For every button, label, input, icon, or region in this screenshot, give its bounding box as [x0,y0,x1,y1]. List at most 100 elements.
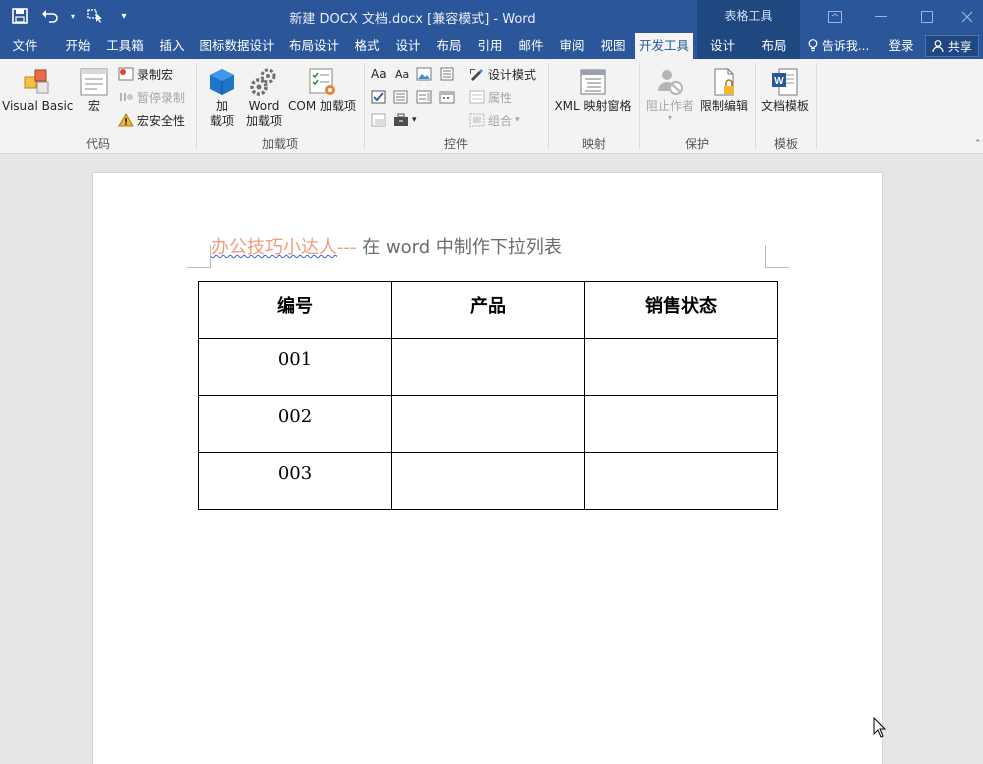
com-addins-label: COM 加载项 [288,99,356,113]
tab-review[interactable]: 审阅 [554,33,590,59]
collapse-ribbon-icon[interactable]: ⌃ [974,139,982,149]
table-cell[interactable]: 002 [198,395,392,453]
tell-me-box[interactable]: 告诉我... [808,33,869,59]
toolbox-icon [394,113,408,126]
tab-format[interactable]: 格式 [349,33,385,59]
table-header-cell[interactable]: 编号 [198,281,392,339]
tab-view[interactable]: 视图 [595,33,631,59]
table-row: 003 [198,452,778,510]
table-cell[interactable] [584,338,778,396]
table-cell[interactable]: 001 [198,338,392,396]
group-dropdown-icon: ▾ [515,115,520,125]
tab-table-layout[interactable]: 布局 [748,33,800,59]
combo-box-content-control[interactable] [393,87,409,107]
tab-references[interactable]: 引用 [472,33,508,59]
checkbox-content-control[interactable] [371,87,387,107]
macro-security-button[interactable]: 宏安全性 [118,110,185,130]
document-template-button[interactable]: W 文档模板 [759,67,811,114]
record-macro-icon [118,67,134,81]
table-row: 001 [198,338,778,396]
tab-design[interactable]: 设计 [390,33,426,59]
addins-button[interactable]: 加 载项 [203,67,241,129]
word-document-icon: W [772,68,798,96]
visual-basic-icon [24,69,49,94]
pause-icon [120,93,133,101]
plain-text-icon: Aa [395,67,410,81]
legacy-tools-dropdown-icon: ▾ [412,115,417,125]
group-label: 组合 [488,113,513,128]
document-table: 编号 产品 销售状态 001 002 003 [198,281,778,510]
pause-recording-label: 暂停录制 [137,90,186,105]
restrict-editing-button[interactable]: 限制编辑 [698,67,750,114]
table-cell[interactable] [391,452,585,510]
picture-icon [416,67,432,81]
com-addins-button[interactable]: COM 加载项 [286,67,358,114]
table-cell[interactable] [391,395,585,453]
table-cell[interactable] [584,452,778,510]
design-mode-icon [470,69,483,81]
macros-button[interactable]: 宏 [77,67,111,114]
table-header-cell[interactable]: 销售状态 [584,281,778,339]
tab-chart-data-design[interactable]: 图标数据设计 [197,33,277,59]
addins-cube-icon [210,69,234,95]
tab-table-design[interactable]: 设计 [697,33,748,59]
date-picker-icon [439,91,455,104]
picture-content-control[interactable] [416,64,432,84]
properties-button: 属性 [469,87,512,107]
building-block-icon [440,67,454,81]
tab-developer[interactable]: 开发工具 [635,33,693,59]
design-mode-button[interactable]: 设计模式 [469,64,536,84]
visual-basic-button[interactable]: Visual Basic [2,67,73,114]
maximize-icon[interactable] [904,0,950,33]
xml-mapping-icon [580,69,606,95]
com-addins-icon [309,68,335,95]
tell-me-label: 告诉我... [821,39,870,53]
lock-document-icon [714,68,734,96]
minimize-icon[interactable] [858,0,904,33]
heading-rest: 在 word 中制作下拉列表 [356,237,562,258]
table-header-cell[interactable]: 产品 [391,281,585,339]
macro-security-label: 宏安全性 [137,113,186,128]
tab-layout-design[interactable]: 布局设计 [284,33,344,59]
date-picker-content-control[interactable] [439,87,455,107]
ribbon-developer: Visual Basic 宏 录制宏 暂停录制 宏安全性 代码 加 载项 Wor… [0,59,983,154]
share-button[interactable]: 共享 [925,35,979,57]
document-heading[interactable]: 办公技巧小达人--- 在 word 中制作下拉列表 [211,233,562,259]
tab-layout[interactable]: 布局 [431,33,467,59]
restrict-editing-label: 限制编辑 [699,99,748,113]
tab-home[interactable]: 开始 [58,33,98,59]
crop-mark-right [765,245,789,268]
table-header-row: 编号 产品 销售状态 [198,281,778,339]
table-cell[interactable] [584,395,778,453]
heading-accent-dash: --- [337,237,357,258]
ribbon-display-icon[interactable] [812,0,858,33]
group-label-code: 代码 [85,137,110,151]
tab-toolbox[interactable]: 工具箱 [103,33,147,59]
plain-text-content-control[interactable]: Aa [395,64,409,84]
building-block-control[interactable] [439,64,455,84]
word-addins-button[interactable]: Word 加载项 [244,67,284,129]
group-label-templates: 模板 [773,137,798,151]
dropdown-list-content-control[interactable] [416,87,432,107]
table-cell[interactable]: 003 [198,452,392,510]
table-cell[interactable] [391,338,585,396]
ribbon-tabs: 文件 开始 工具箱 插入 图标数据设计 布局设计 格式 设计 布局 引用 邮件 … [0,33,983,59]
share-label: 共享 [947,40,972,54]
table-row: 002 [198,395,778,453]
group-label-controls: 控件 [443,137,468,151]
tab-mailings[interactable]: 邮件 [513,33,549,59]
record-macro-button[interactable]: 录制宏 [118,64,173,84]
tab-file[interactable]: 文件 [0,33,50,59]
tab-insert[interactable]: 插入 [153,33,191,59]
lightbulb-icon [808,39,822,53]
document-template-label: 文档模板 [760,99,809,113]
legacy-tools-button[interactable]: ▾ [393,110,417,130]
xml-mapping-label: XML 映射窗格 [554,99,632,113]
group-label-mapping: 映射 [581,137,606,151]
xml-mapping-pane-button[interactable]: XML 映射窗格 [553,67,633,114]
login-link[interactable]: 登录 [884,33,918,59]
rich-text-content-control[interactable]: Aa [371,64,387,84]
close-icon[interactable] [950,0,983,33]
group-button: 组合 ▾ [469,110,520,130]
block-authors-label: 阻止作者 [645,99,694,113]
